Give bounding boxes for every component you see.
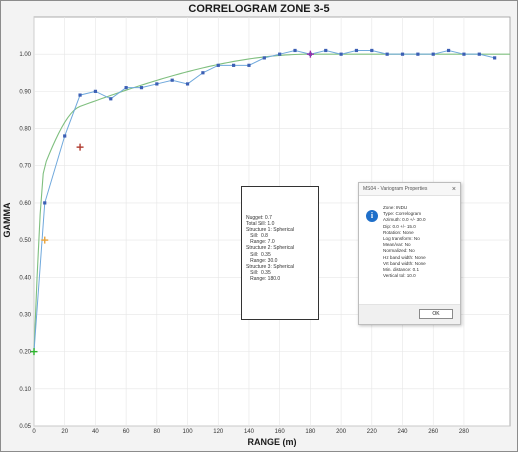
- data-point: [339, 52, 343, 56]
- dialog-titlebar: MS04 - Variogram Properties ×: [359, 183, 460, 196]
- dialog-footer: OK: [359, 304, 460, 324]
- dialog-properties: Zone: INDU Type: Correlogram Azimuth: 0.0 …: [383, 205, 426, 279]
- x-tick-label: 100: [183, 429, 194, 435]
- x-tick-label: 140: [244, 429, 255, 435]
- data-point: [446, 48, 451, 53]
- x-tick-label: 220: [367, 429, 378, 435]
- data-point: [247, 63, 251, 67]
- y-tick-label: 0.30: [19, 312, 31, 318]
- variogram-properties-dialog: MS04 - Variogram Properties × i Zone: IN…: [358, 182, 461, 325]
- property-line: Vertical tol: 10.0: [383, 273, 416, 279]
- y-tick-label: 0.80: [19, 127, 31, 133]
- x-tick-label: 120: [213, 429, 224, 435]
- param-line: Range: 180.0: [246, 275, 281, 282]
- data-point: [155, 82, 159, 86]
- y-tick-label: 0.90: [19, 89, 31, 95]
- data-point: [431, 52, 435, 56]
- y-tick-label: 0.70: [19, 164, 31, 170]
- x-tick-label: 180: [305, 429, 316, 435]
- x-tick-label: 20: [61, 429, 68, 435]
- data-point: [43, 201, 47, 205]
- info-icon: i: [366, 210, 378, 222]
- data-point: [93, 89, 98, 93]
- data-point: [416, 52, 420, 56]
- y-axis-label: GAMMA: [2, 202, 12, 237]
- data-point: [139, 86, 144, 90]
- data-point: [354, 48, 359, 53]
- x-tick-label: 60: [123, 429, 130, 435]
- property-line: Azimuth: 0.0 +/- 30.0: [383, 217, 426, 223]
- data-point: [63, 134, 67, 138]
- x-tick-label: 160: [275, 429, 286, 435]
- y-tick-label: 0.50: [19, 238, 31, 244]
- ok-button[interactable]: OK: [419, 309, 453, 319]
- data-point: [170, 78, 174, 82]
- data-point: [370, 48, 374, 53]
- data-point: [293, 48, 297, 53]
- data-point: [262, 56, 266, 60]
- data-point: [232, 63, 236, 67]
- data-point: [278, 52, 282, 56]
- property-line: Hz band width: None: [383, 254, 426, 260]
- x-tick-label: 0: [32, 429, 36, 435]
- y-tick-label: 0.60: [19, 201, 31, 207]
- data-point: [185, 82, 190, 86]
- x-tick-label: 260: [428, 429, 439, 435]
- x-tick-label: 240: [398, 429, 409, 435]
- y-tick-label: 1.00: [19, 52, 31, 58]
- x-tick-label: 40: [92, 429, 99, 435]
- chart-title: CORRELOGRAM ZONE 3-5: [188, 3, 329, 15]
- data-point: [385, 52, 389, 56]
- data-point: [324, 48, 328, 53]
- data-point: [477, 52, 481, 56]
- x-axis-label: RANGE (m): [248, 437, 297, 447]
- y-tick-label: 0.40: [19, 275, 31, 281]
- x-tick-label: 280: [459, 429, 470, 435]
- x-tick-label: 200: [336, 429, 347, 435]
- data-point: [109, 97, 113, 101]
- y-tick-label: 0.05: [19, 424, 31, 430]
- x-tick-label: 80: [153, 429, 160, 435]
- data-point: [400, 52, 405, 56]
- data-point: [78, 93, 82, 97]
- dialog-title: MS04 - Variogram Properties: [363, 186, 428, 192]
- data-point: [493, 56, 497, 60]
- close-icon[interactable]: ×: [452, 186, 456, 193]
- data-point: [462, 52, 466, 56]
- model-parameters-box: Nugget: 0.7 Total Sill: 1.0 Structure 1: S…: [241, 186, 319, 320]
- y-tick-label: 0.20: [19, 350, 31, 356]
- y-tick-label: 0.10: [19, 387, 31, 393]
- data-point: [124, 86, 128, 90]
- data-point: [216, 63, 220, 67]
- dialog-body: i Zone: INDU Type: Correlogram Azimuth: 0.…: [359, 196, 460, 279]
- data-point: [201, 71, 205, 75]
